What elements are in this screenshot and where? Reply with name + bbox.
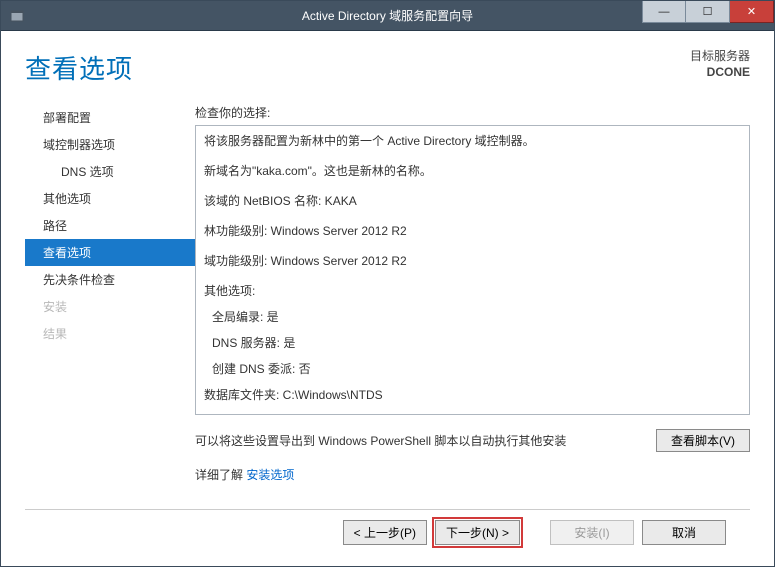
- review-line: 将该服务器配置为新林中的第一个 Active Directory 域控制器。: [204, 132, 741, 150]
- review-line: 全局编录: 是: [204, 308, 741, 326]
- app-icon: [7, 6, 27, 26]
- minimize-button[interactable]: —: [642, 1, 686, 23]
- next-button[interactable]: 下一步(N) >: [435, 520, 520, 545]
- wizard-footer: < 上一步(P) 下一步(N) > 安装(I) 取消: [25, 509, 750, 559]
- review-text-box[interactable]: 将该服务器配置为新林中的第一个 Active Directory 域控制器。 新…: [195, 125, 750, 415]
- view-script-button[interactable]: 查看脚本(V): [656, 429, 750, 452]
- sidebar-item-install: 安装: [25, 293, 195, 320]
- export-hint: 可以将这些设置导出到 Windows PowerShell 脚本以自动执行其他安…: [195, 432, 656, 449]
- wizard-sidebar: 部署配置 域控制器选项 DNS 选项 其他选项 路径 查看选项 先决条件检查 安…: [25, 96, 195, 503]
- sidebar-item-dc-options[interactable]: 域控制器选项: [25, 131, 195, 158]
- review-line: 域功能级别: Windows Server 2012 R2: [204, 252, 741, 270]
- sidebar-item-prereq-check[interactable]: 先决条件检查: [25, 266, 195, 293]
- learn-more: 详细了解 安装选项: [195, 466, 750, 483]
- review-line: 林功能级别: Windows Server 2012 R2: [204, 222, 741, 240]
- sidebar-item-paths[interactable]: 路径: [25, 212, 195, 239]
- sidebar-item-results: 结果: [25, 320, 195, 347]
- sidebar-item-dns-options[interactable]: DNS 选项: [25, 158, 195, 185]
- cancel-button[interactable]: 取消: [642, 520, 726, 545]
- review-line: DNS 服务器: 是: [204, 334, 741, 352]
- window-controls: — ☐ ✕: [642, 1, 774, 30]
- title-bar: Active Directory 域服务配置向导 — ☐ ✕: [1, 1, 774, 31]
- target-server-label: 目标服务器: [690, 49, 750, 65]
- learn-more-prefix: 详细了解: [195, 468, 243, 482]
- sidebar-item-review-options[interactable]: 查看选项: [25, 239, 195, 266]
- review-line: 该域的 NetBIOS 名称: KAKA: [204, 192, 741, 210]
- target-server-info: 目标服务器 DCONE: [690, 49, 750, 80]
- sidebar-item-deployment-config[interactable]: 部署配置: [25, 104, 195, 131]
- install-button: 安装(I): [550, 520, 634, 545]
- learn-more-link[interactable]: 安装选项: [246, 468, 294, 482]
- sidebar-item-additional-options[interactable]: 其他选项: [25, 185, 195, 212]
- page-title: 查看选项: [25, 49, 133, 86]
- review-line: 新域名为"kaka.com"。这也是新林的名称。: [204, 162, 741, 180]
- close-button[interactable]: ✕: [730, 1, 774, 23]
- review-line: 创建 DNS 委派: 否: [204, 360, 741, 378]
- review-line: 其他选项:: [204, 282, 741, 300]
- maximize-button[interactable]: ☐: [686, 1, 730, 23]
- target-server-name: DCONE: [690, 65, 750, 81]
- previous-button[interactable]: < 上一步(P): [343, 520, 427, 545]
- review-line: 数据库文件夹: C:\Windows\NTDS: [204, 386, 741, 404]
- review-prompt: 检查你的选择:: [195, 104, 750, 121]
